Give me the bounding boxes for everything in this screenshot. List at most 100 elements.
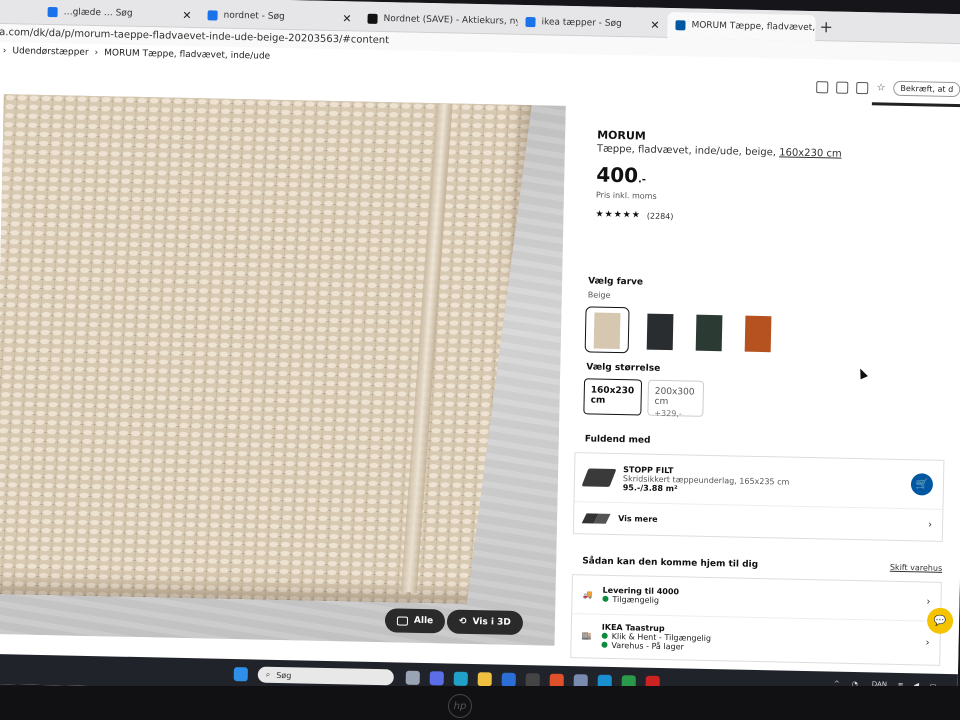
store-row[interactable]: 🏬 IKEA Taastrup Klik & Hent - Tilgængeli… [571, 613, 941, 665]
toolbar-underline [871, 102, 960, 108]
tracking-icon[interactable] [816, 80, 829, 93]
swatch-beige[interactable] [593, 312, 621, 350]
tab-title: Nordnet (SAVE) - Aktiekurs, nyckel [383, 14, 518, 28]
delivery-status: Tilgængelig [602, 595, 679, 606]
tab-title: nordnet - Søg [223, 10, 285, 22]
teams-icon[interactable] [429, 671, 444, 686]
truck-icon: 🚚 [582, 589, 593, 600]
task-view-icon[interactable] [405, 670, 420, 685]
show-more-row[interactable]: Vis mere › [573, 501, 943, 541]
taskbar-search[interactable]: ⌕ Søg [257, 666, 394, 686]
rating-stars-icon: ★★★★★ [595, 209, 641, 221]
edge-icon[interactable] [453, 671, 468, 686]
description-text: Tæppe, fladvævet, inde/ude, beige, [596, 143, 780, 159]
file-explorer-icon[interactable] [477, 672, 492, 687]
size-extra-price: +329,- [654, 408, 682, 419]
tab-morum[interactable]: MORUM Tæppe, fladvævet, inde/… ✕ [667, 11, 816, 42]
store-icon: 🏬 [581, 631, 592, 641]
all-images-label: Alle [413, 615, 434, 627]
product-image[interactable]: Alle ⟲ Vis i 3D [0, 94, 566, 646]
close-icon[interactable]: ✕ [342, 12, 351, 25]
product-price: 400.- [596, 163, 956, 195]
size-option-200x300[interactable]: 200x300 cm +329,- [647, 379, 705, 419]
rating[interactable]: ★★★★★ (2284) [595, 210, 955, 228]
tab-search-1[interactable]: …glæde … Søg ✕ [39, 0, 200, 28]
chevron-right-icon: › [94, 47, 99, 59]
windows-start-icon[interactable] [233, 667, 248, 682]
favorite-star-icon[interactable]: ☆ [876, 82, 885, 93]
chevron-right-icon: › [927, 519, 933, 531]
tab-title: …glæde … Søg [63, 7, 133, 19]
mail-icon[interactable] [501, 672, 516, 687]
complete-card: STOPP FILT Skridsikkert tæppeunderlag, 1… [572, 452, 945, 542]
rotate-3d-icon: ⟲ [458, 616, 467, 627]
products-icon [584, 511, 608, 525]
status-dot [602, 595, 609, 602]
status-dot [601, 641, 608, 648]
size-heading: Vælg størrelse [586, 362, 661, 374]
product-page: › Udendørstæpper › MORUM Tæppe, fladvæve… [0, 41, 960, 675]
tab-search-2[interactable]: nordnet - Søg ✕ [199, 2, 360, 31]
selected-color: Beige [587, 290, 611, 300]
close-icon[interactable]: ✕ [650, 18, 659, 31]
bing-icon [525, 17, 536, 28]
close-icon[interactable]: ✕ [182, 8, 191, 21]
chevron-right-icon: › [926, 596, 931, 608]
breadcrumb-item[interactable]: Udendørstæpper [12, 46, 88, 58]
view-3d-label: Vis i 3D [472, 617, 511, 628]
swatch-green[interactable] [695, 314, 723, 352]
tab-title: MORUM Tæppe, fladvævet, inde/… [691, 20, 816, 34]
store-line2-text: Varehus - På lager [611, 640, 684, 652]
chevron-right-icon: › [925, 637, 930, 649]
ikea-icon [675, 20, 686, 31]
nordnet-icon [367, 13, 378, 24]
change-store-link[interactable]: Skift varehus [890, 563, 942, 573]
bing-icon [207, 10, 218, 21]
all-images-button[interactable]: Alle [384, 608, 446, 634]
breadcrumb-item: MORUM Tæppe, fladvævet, inde/ude [104, 48, 271, 62]
monitor-bezel [0, 686, 960, 720]
verify-button[interactable]: Bekræft, at d [893, 80, 960, 98]
delivery-card: 🚚 Levering til 4000 Tilgængelig › 🏬 IKEA… [570, 574, 942, 666]
browser-toolbar: ☆ Bekræft, at d [816, 79, 960, 98]
new-tab-button[interactable]: + [819, 17, 833, 36]
swatch-black[interactable] [646, 313, 674, 351]
tab-nordnet[interactable]: Nordnet (SAVE) - Aktiekurs, nyckel ✕ [359, 6, 518, 35]
delivery-heading: Sådan kan den komme hjem til dig Skift v… [582, 556, 942, 574]
product-info: MORUM Tæppe, fladvævet, inde/ude, beige,… [595, 129, 957, 228]
bing-icon [47, 7, 58, 18]
complete-heading: Fuldend med [584, 434, 651, 446]
taskbar-search-label: Søg [276, 670, 292, 680]
mouse-cursor [856, 366, 868, 380]
gallery-icon [396, 615, 409, 626]
show-more-label: Vis mere [618, 514, 658, 524]
hp-logo-icon: hp [448, 694, 472, 718]
size-label: 200x300 cm [654, 386, 695, 408]
swatch-orange[interactable] [744, 315, 772, 353]
delivery-heading-text: Sådan kan den komme hjem til dig [582, 556, 759, 571]
price-suffix: .- [637, 174, 647, 186]
size-link[interactable]: 160x230 cm [779, 147, 842, 159]
price-value: 400 [596, 162, 639, 188]
reader-icon[interactable] [836, 81, 849, 94]
color-heading: Vælg farve [588, 276, 644, 288]
size-option-160x230[interactable]: 160x230 cm [583, 378, 643, 416]
felt-pad-icon [581, 468, 617, 487]
add-to-cart-button[interactable]: 🛒 [910, 473, 934, 496]
search-icon: ⌕ [265, 669, 271, 679]
review-count: (2284) [646, 211, 674, 221]
rug-texture [0, 94, 533, 605]
size-label: 160x230 cm [590, 385, 635, 406]
browser-window: …glæde … Søg ✕ nordnet - Søg ✕ Nordnet (… [0, 0, 960, 705]
tab-title: ikea tæpper - Søg [541, 17, 622, 30]
price-note: Pris inkl. moms [595, 190, 657, 201]
complete-item[interactable]: STOPP FILT Skridsikkert tæppeunderlag, 1… [575, 453, 944, 509]
delivery-status-text: Tilgængelig [612, 594, 660, 605]
extension-icon[interactable] [856, 81, 869, 94]
chat-icon[interactable]: 💬 [926, 607, 954, 635]
monitor-screen: …glæde … Søg ✕ nordnet - Søg ✕ Nordnet (… [0, 0, 960, 720]
tab-ikea-search[interactable]: ikea tæpper - Søg ✕ [517, 9, 668, 38]
status-dot [601, 632, 608, 639]
breadcrumb: › Udendørstæpper › MORUM Tæppe, fladvæve… [3, 46, 271, 62]
view-3d-button[interactable]: ⟲ Vis i 3D [446, 609, 524, 636]
